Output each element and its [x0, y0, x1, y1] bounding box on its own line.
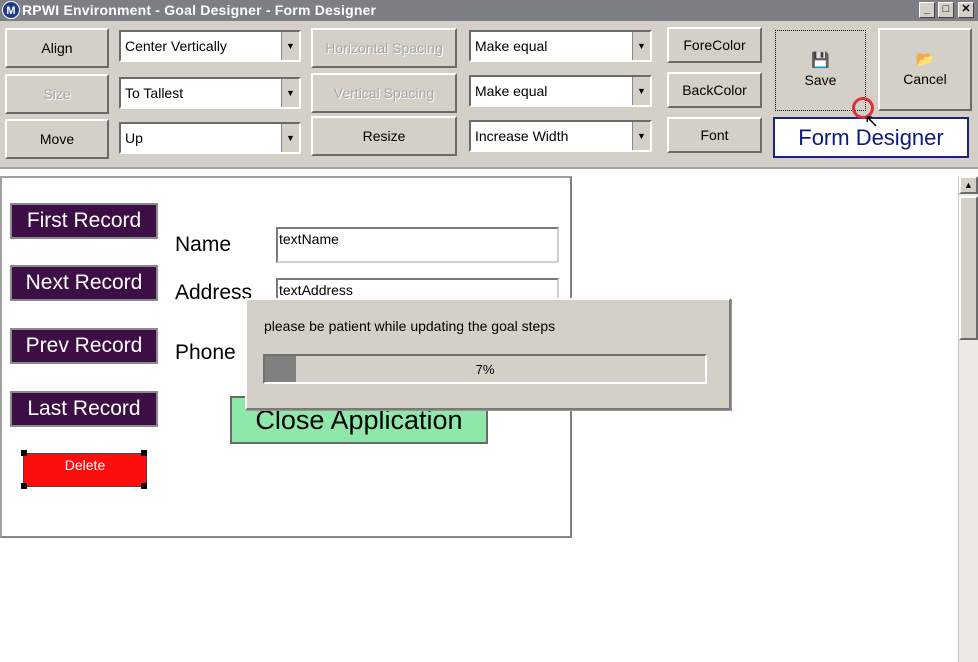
progress-dialog: please be patient while updating the goa…: [245, 298, 731, 410]
app-logo-icon: M: [2, 1, 20, 19]
chevron-down-icon[interactable]: ▼: [632, 32, 650, 60]
vertical-scrollbar[interactable]: ▲: [958, 176, 978, 662]
resize-select-value: Increase Width: [475, 128, 569, 144]
hspacing-select[interactable]: Make equal ▼: [469, 30, 652, 62]
cancel-button-label: Cancel: [903, 71, 947, 87]
mouse-cursor-icon: ↖: [864, 111, 880, 131]
progress-message: please be patient while updating the goa…: [264, 318, 556, 334]
scroll-up-arrow-icon[interactable]: ▲: [959, 176, 978, 194]
first-record-button[interactable]: First Record: [10, 203, 158, 239]
phone-label: Phone: [175, 341, 236, 364]
floppy-disk-icon: 💾: [811, 52, 830, 69]
save-button-label: Save: [804, 72, 837, 88]
resize-select[interactable]: Increase Width ▼: [469, 120, 652, 152]
form-panel-edge: [0, 536, 572, 539]
resize-handle[interactable]: [141, 483, 147, 489]
chevron-down-icon[interactable]: ▼: [281, 79, 299, 107]
hspacing-select-value: Make equal: [475, 38, 548, 54]
move-select-value: Up: [125, 130, 143, 146]
move-select[interactable]: Up ▼: [119, 122, 301, 154]
resize-button[interactable]: Resize: [311, 116, 457, 156]
resize-handle[interactable]: [21, 450, 27, 456]
name-field[interactable]: textName: [276, 227, 559, 263]
minimize-button[interactable]: _: [919, 2, 935, 18]
prev-record-button[interactable]: Prev Record: [10, 328, 158, 364]
align-button[interactable]: Align: [5, 28, 109, 68]
vspacing-select[interactable]: Make equal ▼: [469, 75, 652, 107]
vspacing-select-value: Make equal: [475, 83, 548, 99]
last-record-button[interactable]: Last Record: [10, 391, 158, 427]
chevron-down-icon[interactable]: ▼: [632, 77, 650, 105]
move-button[interactable]: Move: [5, 119, 109, 159]
align-select-value: Center Vertically: [125, 38, 227, 54]
progress-percent: 7%: [475, 361, 495, 377]
chevron-down-icon[interactable]: ▼: [281, 124, 299, 152]
align-select[interactable]: Center Vertically ▼: [119, 30, 301, 62]
size-button[interactable]: Size: [5, 74, 109, 114]
forecolor-button[interactable]: ForeColor: [667, 27, 762, 63]
horizontal-spacing-button[interactable]: Horizontal Spacing: [311, 28, 457, 68]
save-button[interactable]: 💾 Save: [773, 28, 868, 113]
delete-button[interactable]: Delete: [23, 453, 147, 487]
designer-toolbar: Align Size Move Center Vertically ▼ To T…: [0, 21, 978, 169]
scrollbar-thumb[interactable]: [959, 196, 978, 340]
chevron-down-icon[interactable]: ▼: [632, 122, 650, 150]
title-bar: M RPWI Environment - Goal Designer - For…: [0, 0, 978, 21]
resize-handle[interactable]: [21, 483, 27, 489]
name-label: Name: [175, 233, 232, 256]
close-window-button[interactable]: ✕: [958, 2, 974, 18]
resize-handle[interactable]: [141, 450, 147, 456]
next-record-button[interactable]: Next Record: [10, 265, 158, 301]
address-label: Address: [175, 281, 253, 304]
size-select-value: To Tallest: [125, 85, 184, 101]
window-title: RPWI Environment - Goal Designer - Form …: [22, 2, 377, 18]
progress-bar: 7%: [263, 354, 707, 384]
cancel-button[interactable]: 📂 Cancel: [878, 28, 972, 111]
folder-open-icon: 📂: [915, 51, 935, 68]
backcolor-button[interactable]: BackColor: [667, 72, 762, 108]
size-select[interactable]: To Tallest ▼: [119, 77, 301, 109]
chevron-down-icon[interactable]: ▼: [281, 32, 299, 60]
maximize-button[interactable]: □: [938, 2, 954, 18]
vertical-spacing-button[interactable]: Vertical Spacing: [311, 73, 457, 113]
font-button[interactable]: Font: [667, 117, 762, 153]
